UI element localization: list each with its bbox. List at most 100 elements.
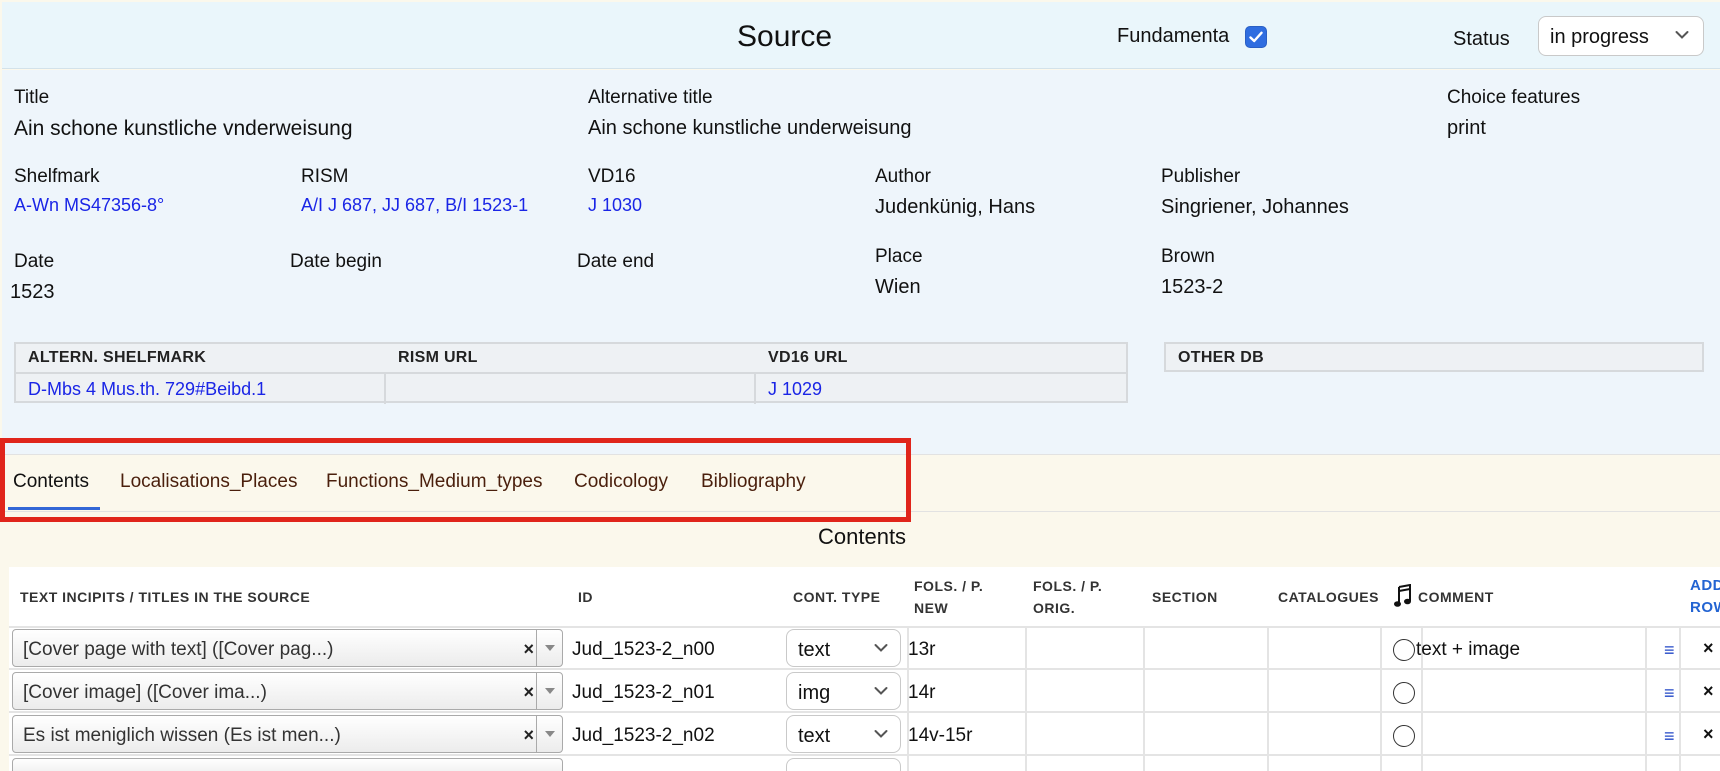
incipit-value: [Cover image] ([Cover ima...) — [23, 682, 267, 703]
col-header-id: ID — [578, 589, 593, 605]
row-divider — [9, 754, 1720, 756]
author-value: Judenkünig, Hans — [875, 196, 1036, 218]
fols-new-value[interactable]: 14r — [908, 682, 935, 704]
fols-new-value[interactable]: 13r — [908, 639, 935, 661]
dropdown-arrow-icon[interactable] — [536, 716, 562, 752]
col-divider — [1380, 626, 1382, 771]
alt-title-label: Alternative title — [588, 87, 713, 108]
chevron-down-icon — [874, 644, 888, 652]
chevron-down-icon — [874, 687, 888, 695]
col-divider — [1679, 626, 1681, 771]
music-radio[interactable] — [1393, 682, 1415, 704]
incipit-select[interactable] — [12, 758, 563, 771]
col-divider — [1143, 626, 1145, 771]
row-id: Jud_1523-2_n00 — [572, 639, 715, 660]
status-select[interactable]: in progress — [1538, 16, 1704, 56]
highlight-annotation-box — [0, 438, 911, 522]
cont-type-select[interactable]: img — [786, 672, 901, 710]
add-row-label-line1: ADD — [1690, 577, 1720, 594]
vd16-url-header: VD16 URL — [768, 349, 848, 366]
chevron-down-icon — [874, 730, 888, 738]
col-header-fols-orig-line1: FOLS. / P. — [1033, 578, 1103, 594]
title-value: Ain schone kunstliche vnderweisung — [14, 117, 353, 140]
row-id: Jud_1523-2_n02 — [572, 725, 715, 746]
music-radio[interactable] — [1393, 639, 1415, 661]
date-end-label: Date end — [577, 251, 655, 272]
alt-shelfmark-link[interactable]: D-Mbs 4 Mus.th. 729#Beibd.1 — [16, 374, 386, 404]
dropdown-arrow-icon[interactable] — [536, 630, 562, 666]
brown-label: Brown — [1161, 246, 1215, 267]
incipit-value: [Cover page with text] ([Cover pag...) — [23, 639, 334, 660]
status-value: in progress — [1550, 26, 1649, 48]
col-divider — [1645, 626, 1647, 771]
music-radio[interactable] — [1393, 725, 1415, 747]
rism-link[interactable]: A/I J 687, JJ 687, B/I 1523-1 — [301, 195, 528, 216]
fundamenta-checkbox[interactable] — [1245, 26, 1267, 48]
alt-shelfmark-table: ALTERN. SHELFMARK RISM URL VD16 URL D-Mb… — [14, 342, 1128, 404]
shelfmark-label: Shelfmark — [14, 166, 100, 187]
music-note-icon — [1394, 583, 1412, 644]
cont-type-value: img — [798, 682, 831, 704]
add-row-label-line2: ROW — [1690, 599, 1720, 616]
cont-type-select[interactable]: text — [786, 629, 901, 667]
clear-icon[interactable]: × — [523, 725, 534, 746]
row-divider — [9, 711, 1720, 713]
row-menu-icon[interactable]: ≡ — [1664, 640, 1675, 661]
place-value: Wien — [875, 276, 921, 298]
shelfmark-link[interactable]: A-Wn MS47356-8° — [14, 195, 164, 216]
choice-features-value: print — [1447, 117, 1486, 139]
fundamenta-label: Fundamenta — [1117, 25, 1230, 47]
rism-url-cell[interactable] — [386, 374, 756, 404]
other-db-header: OTHER DB — [1178, 349, 1264, 366]
comment-value[interactable]: text + image — [1416, 639, 1520, 661]
cont-type-value: text — [798, 725, 831, 747]
row-menu-icon[interactable]: ≡ — [1664, 683, 1675, 704]
cont-type-select[interactable]: text — [786, 715, 901, 753]
other-db-table: OTHER DB — [1164, 342, 1704, 372]
incipit-select[interactable]: [Cover image] ([Cover ima...) × — [12, 672, 563, 710]
contents-section-title: Contents — [818, 524, 907, 549]
alt-title-value: Ain schone kunstliche underweisung — [588, 117, 912, 139]
date-begin-label: Date begin — [290, 251, 382, 272]
col-header-fols-new-line2: NEW — [914, 600, 949, 616]
incipit-select[interactable]: [Cover page with text] ([Cover pag...) × — [12, 629, 563, 667]
title-label: Title — [14, 87, 50, 108]
incipit-value: Es ist meniglich wissen (Es ist men...) — [23, 725, 341, 746]
add-row-button[interactable]: ADD ROW — [1690, 575, 1720, 619]
col-header-catalogues: CATALOGUES — [1278, 589, 1379, 605]
incipit-select[interactable]: Es ist meniglich wissen (Es ist men...) … — [12, 715, 563, 753]
source-metadata-panel: Title Ain schone kunstliche vnderweisung… — [2, 70, 1720, 454]
row-divider — [9, 626, 1720, 628]
delete-row-icon[interactable]: × — [1703, 681, 1714, 702]
col-header-comment: COMMENT — [1418, 589, 1494, 605]
author-label: Author — [875, 166, 931, 187]
date-label: Date — [14, 251, 55, 272]
row-divider — [9, 668, 1720, 670]
brown-value: 1523-2 — [1161, 276, 1224, 298]
place-label: Place — [875, 246, 923, 267]
col-header-fols-new-line1: FOLS. / P. — [914, 578, 984, 594]
row-menu-icon[interactable]: ≡ — [1664, 726, 1675, 747]
col-divider — [1025, 626, 1027, 771]
vd16-link[interactable]: J 1030 — [588, 195, 642, 216]
cont-type-select[interactable] — [786, 758, 901, 771]
publisher-value: Singriener, Johannes — [1161, 196, 1349, 218]
choice-features-label: Choice features — [1447, 87, 1581, 108]
clear-icon[interactable]: × — [523, 682, 534, 703]
col-divider — [1267, 626, 1269, 771]
vd16-url-link[interactable]: J 1029 — [756, 374, 1126, 404]
delete-row-icon[interactable]: × — [1703, 638, 1714, 659]
vd16-label: VD16 — [588, 166, 636, 187]
col-header-section: SECTION — [1152, 589, 1218, 605]
header-bar: Source Fundamenta Status in progress — [2, 2, 1720, 69]
checkmark-icon — [1249, 31, 1263, 43]
delete-row-icon[interactable]: × — [1703, 724, 1714, 745]
dropdown-arrow-icon[interactable] — [536, 673, 562, 709]
fols-new-value[interactable]: 14v-15r — [908, 725, 972, 747]
clear-icon[interactable]: × — [523, 639, 534, 660]
rism-url-header: RISM URL — [398, 349, 478, 366]
date-value: 1523 — [10, 281, 55, 303]
publisher-label: Publisher — [1161, 166, 1241, 187]
page-title: Source — [737, 20, 833, 53]
col-header-fols-orig-line2: ORIG. — [1033, 600, 1076, 616]
